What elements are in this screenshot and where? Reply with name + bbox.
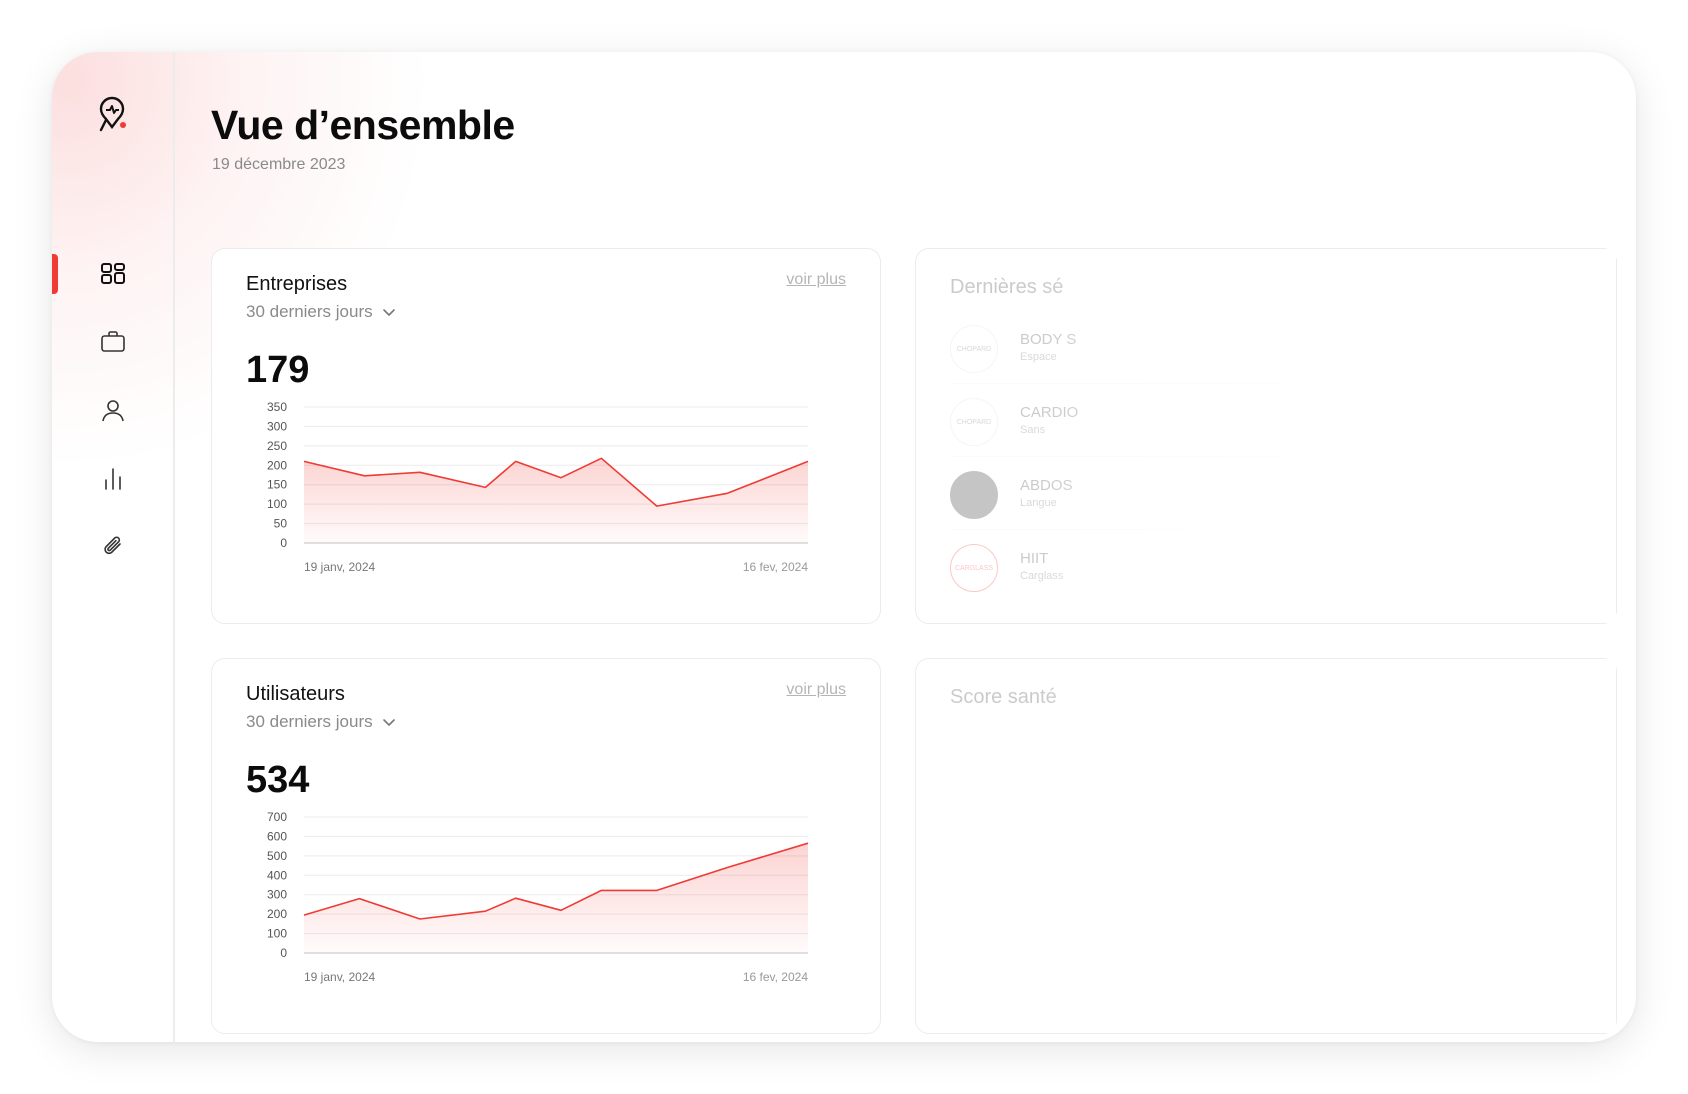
total-value: 179 <box>246 349 310 391</box>
company-logo: CARGLASS <box>950 544 998 592</box>
company-logo: CHOPARD <box>950 398 998 446</box>
see-more-link[interactable]: voir plus <box>786 681 846 699</box>
users-card: Utilisateurs voir plus 30 derniers jours… <box>211 658 881 1034</box>
x-start-label: 19 janv, 2024 <box>304 970 375 984</box>
y-tick-label: 700 <box>267 810 287 824</box>
y-tick-label: 350 <box>267 400 287 414</box>
y-tick-label: 0 <box>280 946 287 960</box>
y-tick-label: 300 <box>267 888 287 902</box>
company-logo: CHOPARD <box>950 325 998 373</box>
bar-chart-icon <box>104 468 121 490</box>
y-tick-label: 0 <box>280 536 287 550</box>
nav-item-statistics[interactable] <box>52 456 173 500</box>
x-start-label: 19 janv, 2024 <box>304 560 375 574</box>
latest-sessions-card: Dernières sé CHOPARD BODY S Espace CHOPA… <box>915 248 1617 624</box>
dashboard-grid-icon <box>100 263 125 284</box>
total-value: 534 <box>246 759 310 801</box>
y-tick-label: 200 <box>267 907 287 921</box>
health-score-card: Score santé <box>915 658 1617 1034</box>
nav-item-dashboard[interactable] <box>52 252 173 296</box>
y-tick-label: 100 <box>267 927 287 941</box>
x-end-label: 16 fev, 2024 <box>743 560 808 574</box>
y-tick-label: 50 <box>274 517 288 531</box>
period-select[interactable]: 30 derniers jours <box>246 712 397 732</box>
period-select[interactable]: 30 derniers jours <box>246 302 397 322</box>
y-tick-label: 500 <box>267 849 287 863</box>
app-window: Vue d’ensemble 19 décembre 2023 Entrepri… <box>52 52 1636 1042</box>
companies-chart: 0 50 100 150 200 250 300 350 19 janv, 2024 16 fev… <box>267 400 808 574</box>
x-end-label: 16 fev, 2024 <box>743 970 808 984</box>
chevron-down-icon <box>382 719 395 726</box>
page-date: 19 décembre 2023 <box>212 156 346 173</box>
chevron-down-icon <box>382 309 395 316</box>
y-tick-label: 400 <box>267 868 287 882</box>
area-fill <box>304 458 808 543</box>
users-chart: 0 100 200 300 400 500 600 700 19 janv, 2024 16 fe… <box>267 810 808 984</box>
see-more-link[interactable]: voir plus <box>786 271 846 289</box>
companies-card: Entreprises voir plus 30 derniers jours … <box>211 248 881 624</box>
period-label: 30 derniers jours <box>246 712 373 731</box>
fade-overlay <box>1036 659 1616 1033</box>
area-fill <box>304 843 808 953</box>
y-tick-label: 200 <box>267 458 287 472</box>
paperclip-icon <box>103 536 121 555</box>
fade-overlay <box>1036 249 1616 623</box>
y-tick-label: 100 <box>267 497 287 511</box>
page-title: Vue d’ensemble <box>211 102 515 148</box>
y-tick-label: 250 <box>267 439 287 453</box>
card-title: Utilisateurs <box>246 683 345 705</box>
y-tick-label: 600 <box>267 829 287 843</box>
briefcase-icon <box>100 331 125 352</box>
period-label: 30 derniers jours <box>246 302 373 321</box>
nav-item-attachments[interactable] <box>52 524 173 568</box>
y-tick-label: 300 <box>267 419 287 433</box>
sidebar <box>52 52 175 1042</box>
app-logo-icon[interactable] <box>92 94 132 138</box>
user-icon <box>101 400 124 422</box>
nav-item-companies[interactable] <box>52 320 173 364</box>
nav-item-users[interactable] <box>52 388 173 432</box>
card-title: Entreprises <box>246 273 348 295</box>
y-tick-label: 150 <box>267 478 287 492</box>
company-logo <box>950 471 998 519</box>
